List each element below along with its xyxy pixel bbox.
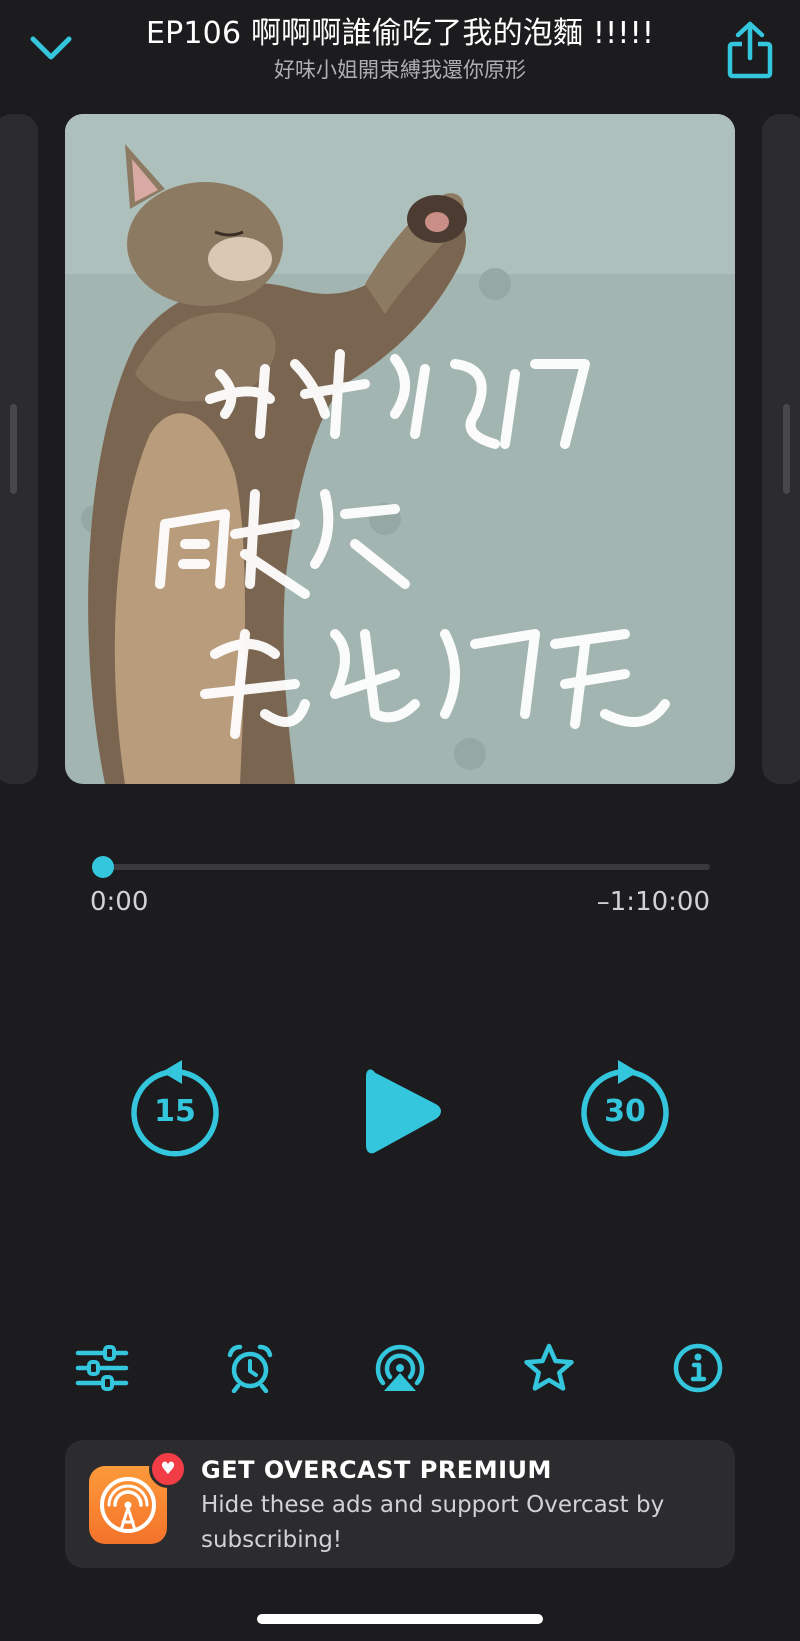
promo-body: Hide these ads and support Overcast by s… xyxy=(201,1492,665,1553)
scrubber-handle[interactable] xyxy=(92,856,114,878)
share-icon xyxy=(727,21,773,79)
episode-title: EP106 啊啊啊誰偷吃了我的泡麵 !!!!! xyxy=(145,16,655,51)
card-handle xyxy=(10,404,17,494)
collapse-button[interactable] xyxy=(20,24,82,72)
effects-button[interactable] xyxy=(72,1338,132,1398)
card-handle xyxy=(783,404,790,494)
home-indicator[interactable] xyxy=(257,1614,543,1624)
info-icon xyxy=(673,1343,723,1393)
chevron-down-icon xyxy=(30,36,72,60)
airplay-button[interactable] xyxy=(370,1338,430,1398)
promo-title: GET OVERCAST PREMIUM xyxy=(201,1456,552,1484)
next-card[interactable] xyxy=(762,114,800,784)
alarm-clock-icon xyxy=(227,1344,273,1393)
skip-back-button[interactable]: 15 xyxy=(122,1058,228,1164)
star-button[interactable] xyxy=(519,1338,579,1398)
airplay-icon xyxy=(375,1344,425,1391)
effects-icon xyxy=(75,1345,129,1391)
sleep-timer-button[interactable] xyxy=(220,1338,280,1398)
remaining-time: –1:10:00 xyxy=(596,887,710,917)
share-button[interactable] xyxy=(718,14,782,86)
skip-forward-seconds: 30 xyxy=(604,1094,646,1129)
skip-forward-button[interactable]: 30 xyxy=(572,1058,678,1164)
progress-scrubber[interactable] xyxy=(92,856,710,878)
skip-back-seconds: 15 xyxy=(154,1094,196,1129)
player-header: EP106 啊啊啊誰偷吃了我的泡麵 !!!!! 好味小姐開束縛我還你原形 xyxy=(0,0,800,100)
title-block: EP106 啊啊啊誰偷吃了我的泡麵 !!!!! 好味小姐開束縛我還你原形 xyxy=(100,14,700,84)
play-icon xyxy=(366,1069,441,1154)
podcast-title: 好味小姐開束縛我還你原形 xyxy=(274,58,526,82)
premium-promo-card[interactable]: ♥ GET OVERCAST PREMIUM Hide these ads an… xyxy=(65,1440,735,1568)
episode-artwork[interactable] xyxy=(65,114,735,784)
artwork-image xyxy=(65,114,735,784)
previous-card[interactable] xyxy=(0,114,38,784)
elapsed-time: 0:00 xyxy=(90,887,149,917)
info-button[interactable] xyxy=(668,1338,728,1398)
star-icon xyxy=(524,1343,574,1391)
play-button[interactable] xyxy=(350,1056,450,1166)
progress-track xyxy=(92,864,710,870)
heart-badge-icon: ♥ xyxy=(149,1450,187,1488)
